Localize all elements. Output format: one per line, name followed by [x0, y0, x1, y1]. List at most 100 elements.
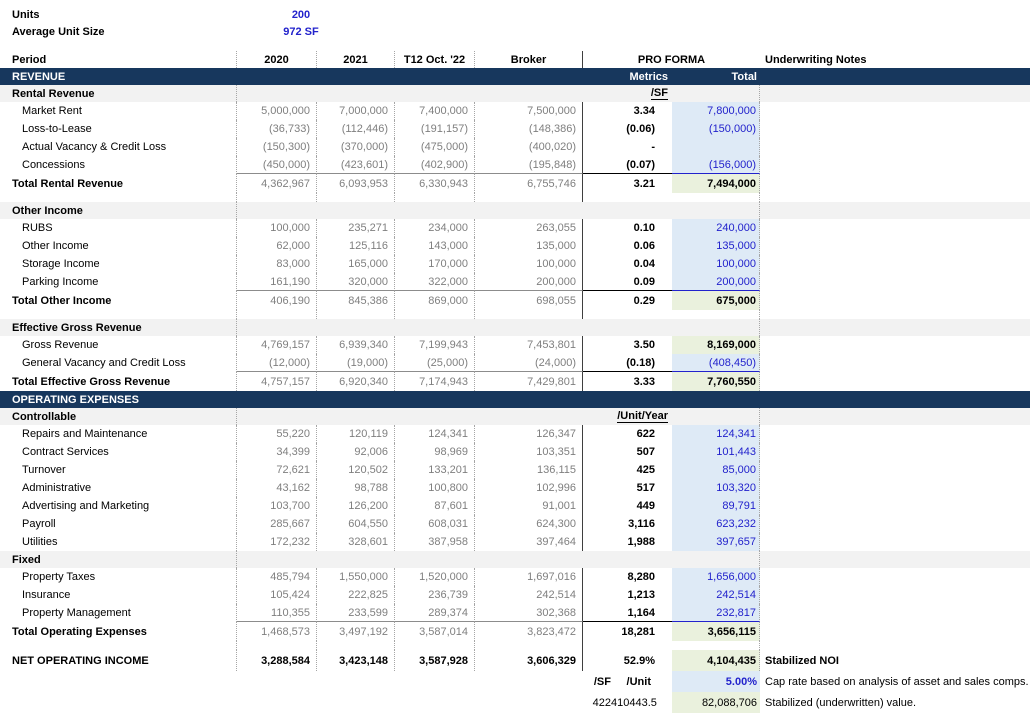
- cell-total[interactable]: [672, 138, 760, 156]
- cell-metrics[interactable]: 3,116: [583, 515, 672, 533]
- cell-2020[interactable]: 62,000: [237, 237, 317, 255]
- cell-broker[interactable]: 242,514: [475, 586, 583, 604]
- cell-t12[interactable]: (25,000): [395, 354, 475, 372]
- cell-broker[interactable]: (148,386): [475, 120, 583, 138]
- cell-metrics[interactable]: 425: [583, 461, 672, 479]
- cell-broker[interactable]: 135,000: [475, 237, 583, 255]
- cell-2021[interactable]: 1,550,000: [317, 568, 395, 586]
- cell-t12[interactable]: 1,520,000: [395, 568, 475, 586]
- cell-2020[interactable]: 4,757,157: [237, 372, 317, 391]
- bottom-note[interactable]: Stabilized (underwritten) value.: [760, 692, 1030, 713]
- cell-metrics[interactable]: -: [583, 138, 672, 156]
- cell-2021[interactable]: 92,006: [317, 443, 395, 461]
- cell-metrics[interactable]: 507: [583, 443, 672, 461]
- cell-t12[interactable]: (475,000): [395, 138, 475, 156]
- cell-t12[interactable]: 236,739: [395, 586, 475, 604]
- cell-total[interactable]: 89,791: [672, 497, 760, 515]
- cell-t12[interactable]: 170,000: [395, 255, 475, 273]
- cell-2020[interactable]: 5,000,000: [237, 102, 317, 120]
- cell-t12[interactable]: 6,330,943: [395, 174, 475, 193]
- bottom-unit-value[interactable]: 410443.5: [611, 697, 657, 709]
- cell-2020[interactable]: (450,000): [237, 156, 317, 174]
- cell-total[interactable]: 7,494,000: [672, 174, 760, 193]
- cell-broker[interactable]: 3,823,472: [475, 622, 583, 641]
- cell-t12[interactable]: 387,958: [395, 533, 475, 551]
- cell-2021[interactable]: 3,423,148: [317, 650, 395, 671]
- cell-metrics[interactable]: 52.9%: [583, 650, 672, 671]
- cell-t12[interactable]: 7,174,943: [395, 372, 475, 391]
- cell-total[interactable]: 1,656,000: [672, 568, 760, 586]
- cell-total[interactable]: 7,760,550: [672, 372, 760, 391]
- cell-2021[interactable]: (19,000): [317, 354, 395, 372]
- cell-broker[interactable]: 263,055: [475, 219, 583, 237]
- cell-total[interactable]: 675,000: [672, 291, 760, 310]
- cell-total[interactable]: 3,656,115: [672, 622, 760, 641]
- cell-t12[interactable]: 98,969: [395, 443, 475, 461]
- cell-2020[interactable]: 485,794: [237, 568, 317, 586]
- cell-broker[interactable]: 7,429,801: [475, 372, 583, 391]
- cell-broker[interactable]: 7,453,801: [475, 336, 583, 354]
- cell-metrics[interactable]: 1,988: [583, 533, 672, 551]
- cell-2021[interactable]: 165,000: [317, 255, 395, 273]
- cell-broker[interactable]: 91,001: [475, 497, 583, 515]
- bottom-sf-value[interactable]: 422: [587, 697, 611, 709]
- cell-2021[interactable]: (370,000): [317, 138, 395, 156]
- cell-total[interactable]: 232,817: [672, 604, 760, 622]
- cell-t12[interactable]: 3,587,928: [395, 650, 475, 671]
- cell-metrics[interactable]: 1,164: [583, 604, 672, 622]
- cell-broker[interactable]: (24,000): [475, 354, 583, 372]
- cell-2020[interactable]: 55,220: [237, 425, 317, 443]
- cell-total[interactable]: 242,514: [672, 586, 760, 604]
- cell-metrics[interactable]: (0.07): [583, 156, 672, 174]
- bottom-total-cell[interactable]: 5.00%: [672, 671, 760, 692]
- cell-2021[interactable]: 320,000: [317, 273, 395, 291]
- cell-total[interactable]: 397,657: [672, 533, 760, 551]
- cell-2020[interactable]: 72,621: [237, 461, 317, 479]
- cell-2020[interactable]: 3,288,584: [237, 650, 317, 671]
- cell-2021[interactable]: 126,200: [317, 497, 395, 515]
- cell-metrics[interactable]: (0.06): [583, 120, 672, 138]
- cell-2021[interactable]: 6,939,340: [317, 336, 395, 354]
- cell-t12[interactable]: 133,201: [395, 461, 475, 479]
- cell-2021[interactable]: (423,601): [317, 156, 395, 174]
- cell-t12[interactable]: 87,601: [395, 497, 475, 515]
- bottom-total-cell[interactable]: 82,088,706: [672, 692, 760, 713]
- avg-unit-size-value[interactable]: 972 SF: [237, 26, 365, 38]
- cell-t12[interactable]: 289,374: [395, 604, 475, 622]
- cell-broker[interactable]: 103,351: [475, 443, 583, 461]
- cell-2020[interactable]: 1,468,573: [237, 622, 317, 641]
- cell-total[interactable]: 4,104,435: [672, 650, 760, 671]
- cell-2020[interactable]: 103,700: [237, 497, 317, 515]
- cell-total[interactable]: 101,443: [672, 443, 760, 461]
- cell-2020[interactable]: (150,300): [237, 138, 317, 156]
- cell-total[interactable]: 103,320: [672, 479, 760, 497]
- cell-2020[interactable]: 105,424: [237, 586, 317, 604]
- cell-total[interactable]: 124,341: [672, 425, 760, 443]
- cell-2020[interactable]: 4,362,967: [237, 174, 317, 193]
- cell-metrics[interactable]: 0.09: [583, 273, 672, 291]
- cell-metrics[interactable]: 0.10: [583, 219, 672, 237]
- cell-2021[interactable]: (112,446): [317, 120, 395, 138]
- cell-broker[interactable]: 7,500,000: [475, 102, 583, 120]
- cell-t12[interactable]: 124,341: [395, 425, 475, 443]
- cell-2020[interactable]: 43,162: [237, 479, 317, 497]
- cell-metrics[interactable]: 3.50: [583, 336, 672, 354]
- cell-broker[interactable]: 136,115: [475, 461, 583, 479]
- cell-2021[interactable]: 845,386: [317, 291, 395, 310]
- cell-2020[interactable]: 406,190: [237, 291, 317, 310]
- cell-total[interactable]: 623,232: [672, 515, 760, 533]
- cell-2021[interactable]: 233,599: [317, 604, 395, 622]
- cell-metrics[interactable]: 3.33: [583, 372, 672, 391]
- cell-total[interactable]: 100,000: [672, 255, 760, 273]
- cell-t12[interactable]: (191,157): [395, 120, 475, 138]
- cell-broker[interactable]: 6,755,746: [475, 174, 583, 193]
- cell-2021[interactable]: 6,920,340: [317, 372, 395, 391]
- cell-metrics[interactable]: 622: [583, 425, 672, 443]
- cell-2021[interactable]: 125,116: [317, 237, 395, 255]
- cell-2020[interactable]: (36,733): [237, 120, 317, 138]
- cell-2020[interactable]: 110,355: [237, 604, 317, 622]
- cell-total[interactable]: 85,000: [672, 461, 760, 479]
- cell-broker[interactable]: 126,347: [475, 425, 583, 443]
- cell-total[interactable]: (150,000): [672, 120, 760, 138]
- cell-t12[interactable]: 3,587,014: [395, 622, 475, 641]
